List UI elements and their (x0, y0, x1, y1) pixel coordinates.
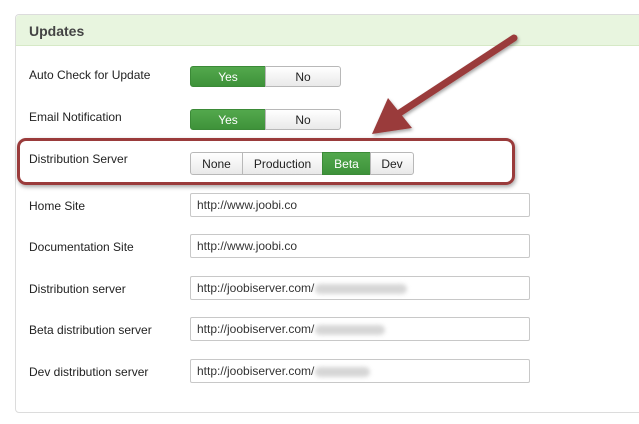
annotation-arrow-icon (372, 34, 518, 134)
